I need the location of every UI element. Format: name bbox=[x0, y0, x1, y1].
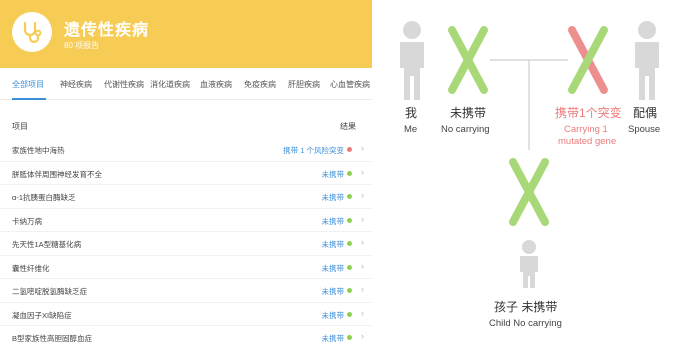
me-chromosome-label-zh: 未携带 bbox=[450, 106, 487, 120]
result-text: 未携带 bbox=[321, 193, 345, 202]
disease-name: 家族性地中海热 bbox=[12, 146, 65, 155]
result-text: 未携带 bbox=[321, 334, 345, 343]
table-row[interactable]: 先天性1A型糖基化病 未携带 › bbox=[0, 232, 372, 256]
disease-name: α-1抗胰蛋白酶缺乏 bbox=[12, 193, 76, 202]
disease-name: 胼胝体伴周围神经发育不全 bbox=[12, 169, 102, 179]
table-header: 项目 结果 bbox=[0, 117, 372, 133]
chevron-right-icon: › bbox=[361, 237, 364, 247]
child-label-en: Child No carrying bbox=[489, 318, 562, 329]
tab-blood[interactable]: 血液疾病 bbox=[200, 70, 232, 100]
active-tab-indicator bbox=[12, 98, 46, 100]
inheritance-diagram: 我 Me 未携带 No carrying 携带1个突变 Carrying 1 m… bbox=[372, 0, 700, 345]
table-row[interactable]: α-1抗胰蛋白酶缺乏 未携带 › bbox=[0, 185, 372, 209]
ok-status-dot bbox=[347, 264, 352, 270]
chromosome-child-icon bbox=[509, 158, 549, 226]
me-label-zh: 我 bbox=[405, 106, 418, 120]
report-count: 80 项报告 bbox=[64, 41, 100, 50]
spouse-label-en: Spouse bbox=[628, 124, 661, 135]
person-spouse-icon bbox=[635, 21, 659, 100]
tab-metabolic[interactable]: 代谢性疾病 bbox=[104, 70, 144, 100]
spouse-chromosome-label-en-1: Carrying 1 bbox=[564, 124, 608, 135]
result-text: 未携带 bbox=[321, 169, 345, 179]
chevron-right-icon: › bbox=[361, 190, 364, 200]
me-chromosome-label-en: No carrying bbox=[441, 124, 490, 135]
ok-status-dot bbox=[347, 288, 352, 293]
disease-name: 凝血因子XI缺陷症 bbox=[12, 310, 72, 320]
chevron-right-icon: › bbox=[361, 307, 364, 318]
ok-status-dot bbox=[347, 335, 352, 340]
category-logo bbox=[12, 12, 52, 52]
table-row[interactable]: 二氢嘧啶脱氢酶缺乏症 未携带 › bbox=[0, 279, 372, 303]
tab-neuro[interactable]: 神经疾病 bbox=[60, 70, 92, 100]
tab-all[interactable]: 全部项目 bbox=[12, 70, 44, 100]
child-label-zh: 孩子 未携带 bbox=[494, 300, 558, 314]
result-text: 携带 1 个风险突变 bbox=[283, 146, 344, 155]
spouse-chromosome-label-en-2: mutated gene bbox=[558, 136, 617, 147]
page-title: 遗传性疾病 bbox=[64, 22, 150, 39]
chromosome-spouse-icon bbox=[568, 26, 608, 94]
table-row[interactable]: 卡纳万病 未携带 › bbox=[0, 209, 372, 232]
chevron-right-icon: › bbox=[361, 166, 364, 177]
table-row[interactable]: B型家族性高胆固醇血症 未携带 › bbox=[0, 326, 372, 345]
column-result: 结果 bbox=[340, 122, 356, 131]
spouse-chromosome-label-zh: 携带1个突变 bbox=[555, 106, 622, 120]
report-header: 遗传性疾病 80 项报告 bbox=[0, 0, 372, 68]
disease-name: 囊性纤维化 bbox=[12, 263, 50, 273]
chromosome-me-icon bbox=[448, 26, 488, 94]
chevron-right-icon: › bbox=[361, 331, 364, 341]
ok-status-dot bbox=[347, 217, 352, 223]
tab-immune[interactable]: 免疫疾病 bbox=[244, 70, 276, 100]
person-child-icon bbox=[520, 240, 538, 288]
me-label-en: Me bbox=[404, 124, 418, 135]
tab-cardiovascular[interactable]: 心血管疾病 bbox=[330, 70, 370, 100]
disease-name: 先天性1A型糖基化病 bbox=[12, 240, 82, 249]
tab-digestive[interactable]: 消化道疾病 bbox=[150, 70, 190, 100]
table-row[interactable]: 囊性纤维化 未携带 › bbox=[0, 256, 372, 279]
chevron-right-icon: › bbox=[361, 213, 364, 224]
disease-name: 卡纳万病 bbox=[12, 216, 42, 226]
chevron-right-icon: › bbox=[361, 260, 364, 271]
person-me-icon bbox=[400, 21, 424, 100]
result-list: 家族性地中海热 携带 1 个风险突变 › 胼胝体伴周围神经发育不全 未携带 › … bbox=[0, 138, 372, 345]
table-row[interactable]: 凝血因子XI缺陷症 未携带 › bbox=[0, 303, 372, 326]
tab-hepatobiliary[interactable]: 肝胆疾病 bbox=[288, 70, 320, 100]
table-row[interactable]: 胼胝体伴周围神经发育不全 未携带 › bbox=[0, 162, 372, 185]
disease-report-panel: 遗传性疾病 80 项报告 全部项目 神经疾病 代谢性疾病 消化道疾病 血液疾病 … bbox=[0, 0, 372, 345]
ok-status-dot bbox=[347, 241, 352, 246]
chevron-right-icon: › bbox=[361, 284, 364, 294]
result-text: 未携带 bbox=[321, 287, 345, 296]
result-text: 未携带 bbox=[321, 216, 345, 226]
disease-name: 二氢嘧啶脱氢酶缺乏症 bbox=[12, 287, 87, 296]
column-item: 项目 bbox=[12, 122, 28, 131]
ok-status-dot bbox=[347, 170, 352, 176]
result-text: 未携带 bbox=[321, 240, 345, 249]
spouse-label-zh: 配偶 bbox=[633, 106, 658, 120]
ok-status-dot bbox=[347, 194, 352, 199]
disease-name: B型家族性高胆固醇血症 bbox=[12, 334, 93, 343]
table-row[interactable]: 家族性地中海热 携带 1 个风险突变 › bbox=[0, 138, 372, 162]
risk-status-dot bbox=[347, 147, 352, 152]
category-tabs: 全部项目 神经疾病 代谢性疾病 消化道疾病 血液疾病 免疫疾病 肝胆疾病 心血管… bbox=[0, 70, 372, 100]
chevron-right-icon: › bbox=[361, 143, 364, 153]
result-text: 未携带 bbox=[321, 310, 345, 320]
ok-status-dot bbox=[347, 311, 352, 317]
result-text: 未携带 bbox=[321, 263, 345, 273]
